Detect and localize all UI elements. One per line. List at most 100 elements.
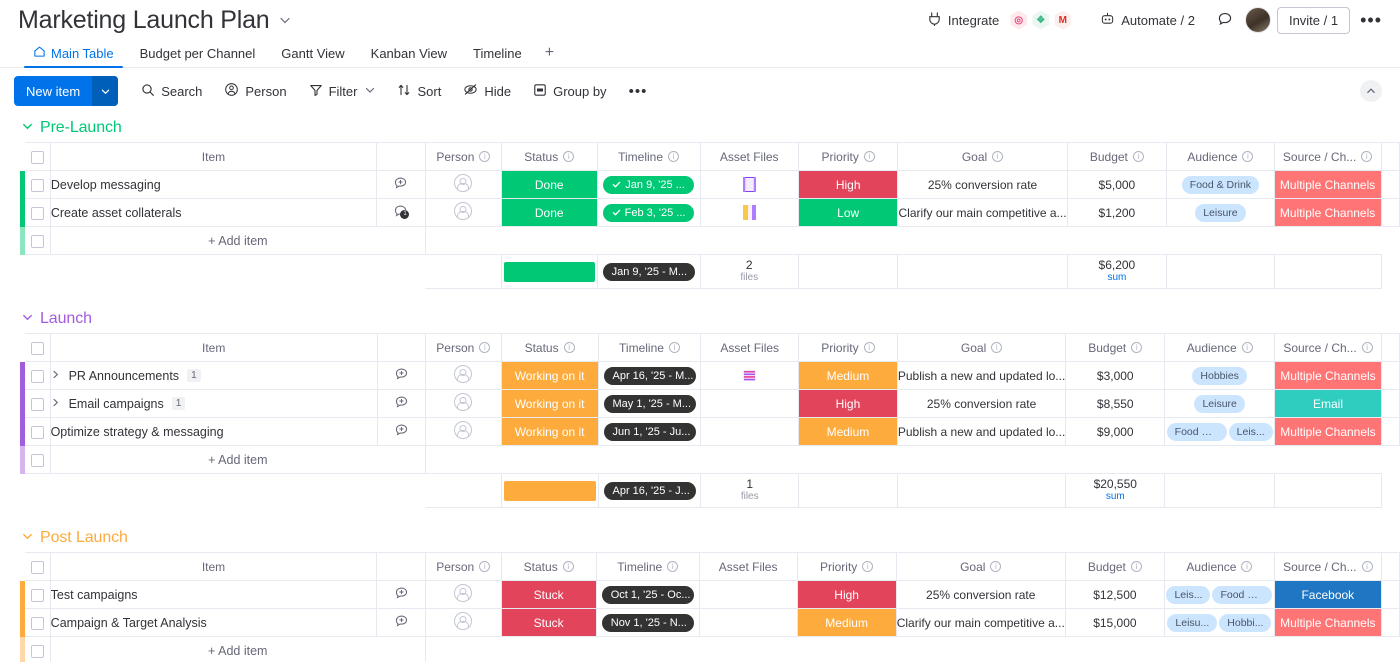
group-by-button[interactable]: Group by (524, 77, 615, 106)
column-header-asset-files[interactable]: Asset Files (700, 333, 800, 362)
column-header-priority[interactable]: Priority i (798, 142, 899, 171)
column-info-icon[interactable]: i (563, 151, 575, 162)
summary-timeline-pill[interactable]: Jan 9, '25 - M... (602, 262, 695, 281)
column-info-icon[interactable]: i (1132, 151, 1144, 162)
person-avatar-placeholder[interactable] (454, 421, 473, 439)
table-row[interactable]: Email campaigns 1 Working on it May 1, '… (20, 389, 1400, 418)
asset-files-cell[interactable] (700, 361, 800, 390)
column-header-audience[interactable]: Audience i (1166, 142, 1275, 171)
column-info-icon[interactable]: i (479, 561, 491, 572)
add-row-checkbox-cell[interactable] (25, 445, 51, 474)
column-info-icon[interactable]: i (563, 342, 575, 353)
person-cell[interactable] (425, 361, 502, 390)
asset-file-thumbnail-icon[interactable] (742, 370, 757, 383)
person-cell[interactable] (425, 580, 502, 609)
audience-tag[interactable]: Hobbies (1192, 366, 1247, 385)
item-chat-icon[interactable] (394, 423, 409, 438)
asset-files-cell[interactable] (700, 170, 799, 199)
column-header-goal[interactable]: Goal i (897, 333, 1067, 362)
tab-kanban-view[interactable]: Kanban View (358, 46, 460, 67)
goal-cell[interactable]: Clarify our main competitive a... (897, 198, 1068, 227)
column-info-icon[interactable]: i (862, 561, 874, 572)
expand-subitems-chevron-icon[interactable] (51, 398, 61, 410)
table-row[interactable]: Develop messaging Done Jan 9, '25 ... Hi… (20, 170, 1400, 199)
item-chat-icon[interactable]: 1 (393, 204, 410, 219)
column-header-person[interactable]: Person i (425, 142, 502, 171)
asset-file-thumbnail-icon[interactable] (742, 177, 756, 193)
tab-gantt-view[interactable]: Gantt View (268, 46, 357, 67)
goal-cell[interactable]: 25% conversion rate (897, 389, 1067, 418)
tab-budget-per-channel[interactable]: Budget per Channel (127, 46, 269, 67)
add-item-row[interactable]: + Add item (20, 636, 1400, 662)
column-info-icon[interactable]: i (668, 151, 680, 162)
column-header-item[interactable]: Item (50, 333, 378, 362)
timeline-pill[interactable]: Feb 3, '25 ... (602, 203, 695, 222)
item-chat-icon[interactable] (394, 367, 409, 382)
source-channel-cell[interactable]: Multiple Channels (1274, 198, 1382, 227)
person-cell[interactable] (425, 170, 502, 199)
column-header-asset-files[interactable]: Asset Files (699, 552, 798, 581)
asset-files-cell[interactable] (699, 580, 798, 609)
row-checkbox-cell[interactable] (25, 580, 51, 609)
timeline-pill[interactable]: Oct 1, '25 - Oc... (601, 585, 694, 604)
row-checkbox-cell[interactable] (25, 198, 51, 227)
title-chevron-down-icon[interactable] (279, 14, 291, 26)
summary-timeline-cell[interactable]: Jan 9, '25 - M... (597, 254, 701, 289)
collapse-toolbar-button[interactable] (1360, 80, 1382, 102)
audience-tag[interactable]: Leis... (1166, 585, 1211, 604)
column-info-icon[interactable]: i (1361, 342, 1373, 353)
goal-cell[interactable]: 25% conversion rate (896, 580, 1066, 609)
timeline-cell[interactable]: Jan 9, '25 ... (597, 170, 701, 199)
item-chat-cell[interactable] (377, 389, 427, 418)
budget-cell[interactable]: $9,000 (1065, 417, 1166, 446)
tab-main-table[interactable]: Main Table (20, 45, 127, 68)
row-checkbox-cell[interactable] (25, 361, 51, 390)
column-header-priority[interactable]: Priority i (798, 333, 898, 362)
board-more-menu-button[interactable]: ••• (1356, 11, 1386, 29)
priority-cell[interactable]: High (798, 170, 899, 199)
priority-cell[interactable]: High (797, 580, 897, 609)
column-header-priority[interactable]: Priority i (797, 552, 897, 581)
column-header-goal[interactable]: Goal i (897, 142, 1068, 171)
select-all-checkbox[interactable] (31, 150, 45, 164)
row-checkbox[interactable] (31, 588, 45, 602)
budget-cell[interactable]: $12,500 (1065, 580, 1166, 609)
asset-file-thumbnail-icon[interactable] (742, 205, 756, 221)
item-chat-cell[interactable] (377, 417, 427, 446)
column-add-cell[interactable] (1381, 142, 1400, 171)
integration-app-icon-2[interactable]: ❖ (1032, 10, 1049, 30)
person-avatar-placeholder[interactable] (454, 365, 473, 383)
asset-files-cell[interactable] (699, 608, 798, 637)
add-row-checkbox-cell[interactable] (25, 226, 51, 255)
timeline-cell[interactable]: Jun 1, '25 - Ju... (598, 417, 702, 446)
column-info-icon[interactable]: i (667, 561, 679, 572)
source-channel-cell[interactable]: Multiple Channels (1274, 417, 1382, 446)
column-info-icon[interactable]: i (863, 342, 875, 353)
status-cell[interactable]: Working on it (501, 417, 599, 446)
hide-button[interactable]: Hide (454, 76, 520, 106)
person-filter-button[interactable]: Person (215, 76, 295, 106)
summary-budget-cell[interactable]: $6,200 sum (1067, 254, 1168, 289)
person-avatar-placeholder[interactable] (454, 584, 473, 602)
status-cell[interactable]: Done (501, 198, 598, 227)
summary-status-cell[interactable] (501, 254, 598, 289)
timeline-pill[interactable]: May 1, '25 - M... (603, 394, 696, 413)
integration-app-icon-1[interactable]: ◎ (1010, 10, 1027, 30)
column-header-source[interactable]: Source / Ch... i (1274, 333, 1382, 362)
invite-button[interactable]: Invite / 1 (1276, 6, 1351, 34)
source-channel-cell[interactable]: Multiple Channels (1274, 361, 1382, 390)
timeline-pill[interactable]: Apr 16, '25 - M... (603, 366, 696, 385)
column-info-icon[interactable]: i (1242, 151, 1254, 162)
item-name-cell[interactable]: Develop messaging (50, 170, 378, 199)
audience-cell[interactable]: Leisu... Hobbi... (1164, 608, 1275, 637)
avatar[interactable] (1244, 7, 1271, 33)
new-item-button[interactable]: New item (14, 76, 119, 106)
column-info-icon[interactable]: i (562, 561, 574, 572)
audience-cell[interactable]: Food & Drink (1166, 170, 1275, 199)
timeline-pill[interactable]: Jan 9, '25 ... (603, 175, 694, 194)
column-info-icon[interactable]: i (1241, 561, 1253, 572)
item-chat-icon[interactable] (394, 614, 409, 629)
table-row[interactable]: Campaign & Target Analysis Stuck Nov 1, … (20, 608, 1400, 637)
add-row-checkbox-cell[interactable] (25, 636, 51, 662)
column-info-icon[interactable]: i (1361, 561, 1373, 572)
